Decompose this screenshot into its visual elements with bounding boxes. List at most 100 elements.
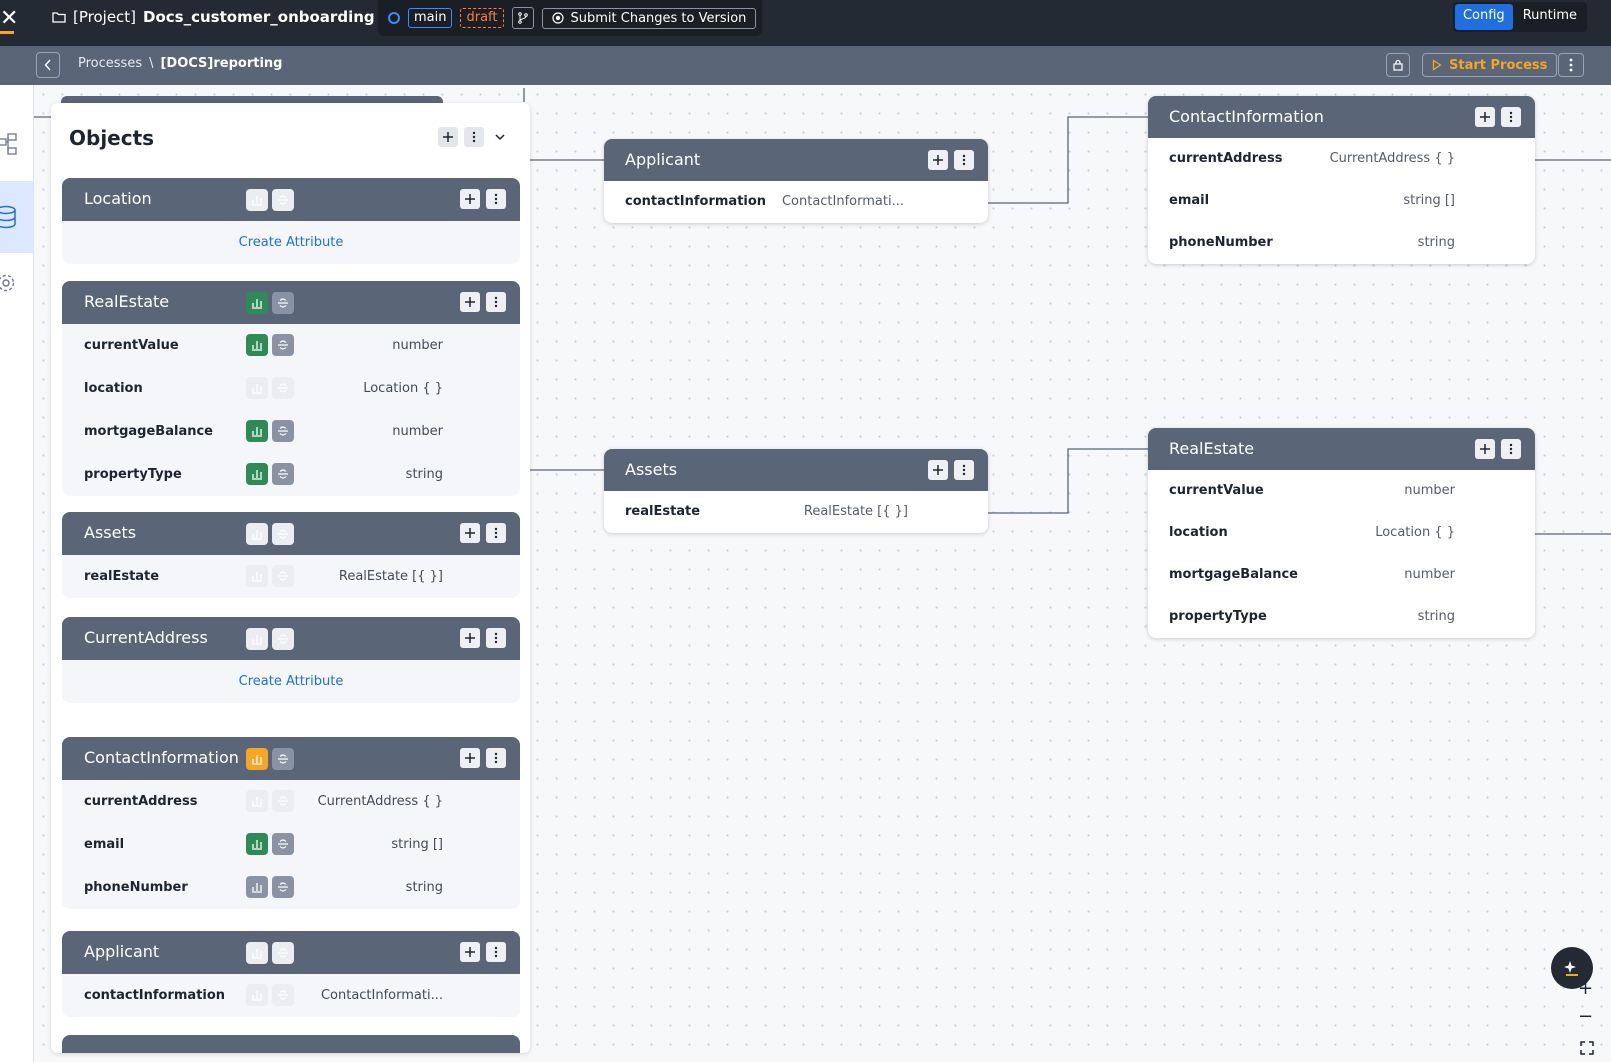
node-attribute-row[interactable]: contactInformation ContactInformati... bbox=[604, 181, 988, 223]
rail-process-button[interactable] bbox=[0, 125, 34, 165]
masking-icon[interactable] bbox=[272, 876, 294, 898]
object-more-button[interactable] bbox=[486, 523, 506, 543]
reporting-icon[interactable] bbox=[246, 523, 268, 545]
reporting-icon[interactable] bbox=[246, 833, 268, 855]
node-realestate[interactable]: RealEstate currentValue number location Lo… bbox=[1148, 428, 1535, 638]
object-more-button[interactable] bbox=[486, 292, 506, 312]
reporting-icon[interactable] bbox=[246, 748, 268, 770]
masking-icon[interactable] bbox=[272, 790, 294, 812]
node-assets[interactable]: Assets realEstate RealEstate [{ }] bbox=[604, 449, 988, 533]
attribute-row[interactable]: realEstate RealEstate [{ }] bbox=[62, 555, 520, 598]
masking-icon[interactable] bbox=[272, 942, 294, 964]
tab-runtime[interactable]: Runtime bbox=[1515, 4, 1585, 30]
masking-icon[interactable] bbox=[272, 523, 294, 545]
branch-badge[interactable]: main bbox=[408, 8, 453, 28]
add-icon[interactable] bbox=[928, 460, 948, 480]
attribute-row[interactable]: phoneNumber string bbox=[62, 866, 520, 909]
attribute-row[interactable]: email string [] bbox=[62, 823, 520, 866]
node-applicant[interactable]: Applicant contactInformation ContactInfor… bbox=[604, 139, 988, 223]
object-card-contactinformation[interactable]: ContactInformation currentAddress Current… bbox=[62, 737, 520, 909]
node-attribute-row[interactable]: location Location { } bbox=[1148, 512, 1535, 554]
app-logo[interactable]: ✕ bbox=[0, 6, 18, 31]
rail-data-model-button[interactable] bbox=[0, 181, 34, 253]
node-attribute-row[interactable]: email string [] bbox=[1148, 180, 1535, 222]
attribute-row[interactable]: contactInformation ContactInformati... bbox=[62, 974, 520, 1017]
node-attribute-row[interactable]: currentAddress CurrentAddress { } bbox=[1148, 138, 1535, 180]
add-attribute-button[interactable] bbox=[460, 748, 480, 768]
create-attribute-link[interactable]: Create Attribute bbox=[62, 221, 520, 264]
add-attribute-button[interactable] bbox=[460, 942, 480, 962]
reporting-icon[interactable] bbox=[246, 377, 268, 399]
add-attribute-button[interactable] bbox=[460, 628, 480, 648]
masking-icon[interactable] bbox=[272, 189, 294, 211]
fit-view-button[interactable] bbox=[1580, 1040, 1594, 1059]
attribute-row[interactable]: mortgageBalance number bbox=[62, 410, 520, 453]
reporting-icon[interactable] bbox=[246, 334, 268, 356]
node-attribute-row[interactable]: propertyType string bbox=[1148, 596, 1535, 638]
more-vertical-icon[interactable] bbox=[1501, 107, 1521, 127]
masking-icon[interactable] bbox=[272, 420, 294, 442]
back-button[interactable] bbox=[36, 52, 60, 78]
add-icon[interactable] bbox=[1475, 439, 1495, 459]
masking-icon[interactable] bbox=[272, 984, 294, 1006]
masking-icon[interactable] bbox=[272, 833, 294, 855]
start-process-button[interactable]: Start Process bbox=[1422, 53, 1558, 77]
object-card-realestate[interactable]: RealEstate currentValue number location Lo… bbox=[62, 281, 520, 496]
attribute-row[interactable]: currentValue number bbox=[62, 324, 520, 367]
add-attribute-button[interactable] bbox=[460, 523, 480, 543]
object-more-button[interactable] bbox=[486, 748, 506, 768]
reporting-icon[interactable] bbox=[246, 292, 268, 314]
reporting-icon[interactable] bbox=[246, 565, 268, 587]
attribute-row[interactable]: location Location { } bbox=[62, 367, 520, 410]
node-contactinformation[interactable]: ContactInformation currentAddress Current… bbox=[1148, 96, 1535, 264]
submit-changes-button[interactable]: Submit Changes to Version bbox=[541, 7, 757, 29]
add-icon[interactable] bbox=[928, 150, 948, 170]
object-card-currentaddress[interactable]: CurrentAddress Create Attribute bbox=[62, 617, 520, 703]
masking-icon[interactable] bbox=[272, 748, 294, 770]
add-icon[interactable] bbox=[1475, 107, 1495, 127]
breadcrumb-processes[interactable]: Processes bbox=[78, 56, 142, 71]
add-attribute-button[interactable] bbox=[460, 189, 480, 209]
add-attribute-button[interactable] bbox=[460, 292, 480, 312]
node-attribute-row[interactable]: phoneNumber string bbox=[1148, 222, 1535, 264]
masking-icon[interactable] bbox=[272, 377, 294, 399]
reporting-icon[interactable] bbox=[246, 420, 268, 442]
reporting-icon[interactable] bbox=[246, 942, 268, 964]
zoom-in-button[interactable]: + bbox=[1578, 978, 1593, 999]
reporting-icon[interactable] bbox=[246, 984, 268, 1006]
node-attribute-row[interactable]: realEstate RealEstate [{ }] bbox=[604, 491, 988, 533]
collapse-panel-button[interactable] bbox=[490, 127, 510, 147]
more-vertical-icon[interactable] bbox=[1501, 439, 1521, 459]
rail-settings-button[interactable] bbox=[0, 263, 34, 303]
object-card-applicant[interactable]: Applicant contactInformation ContactInfor… bbox=[62, 931, 520, 1017]
add-object-button[interactable] bbox=[438, 127, 458, 147]
masking-icon[interactable] bbox=[272, 565, 294, 587]
attribute-row[interactable]: currentAddress CurrentAddress { } bbox=[62, 780, 520, 823]
tab-config[interactable]: Config bbox=[1454, 4, 1513, 30]
masking-icon[interactable] bbox=[272, 628, 294, 650]
panel-more-button[interactable] bbox=[464, 127, 484, 147]
object-more-button[interactable] bbox=[486, 189, 506, 209]
reporting-icon[interactable] bbox=[246, 628, 268, 650]
lock-button[interactable] bbox=[1386, 53, 1410, 77]
more-options-button[interactable] bbox=[1558, 53, 1584, 77]
reporting-icon[interactable] bbox=[246, 463, 268, 485]
reporting-icon[interactable] bbox=[246, 189, 268, 211]
masking-icon[interactable] bbox=[272, 463, 294, 485]
node-attribute-row[interactable]: mortgageBalance number bbox=[1148, 554, 1535, 596]
zoom-out-button[interactable]: − bbox=[1578, 1006, 1593, 1027]
attribute-row[interactable]: propertyType string bbox=[62, 453, 520, 496]
more-vertical-icon[interactable] bbox=[954, 150, 974, 170]
object-card-location[interactable]: Location Create Attribute bbox=[62, 178, 520, 264]
reporting-icon[interactable] bbox=[246, 876, 268, 898]
more-vertical-icon[interactable] bbox=[954, 460, 974, 480]
object-card-assets[interactable]: Assets realEstate RealEstate [{ }] bbox=[62, 512, 520, 598]
reporting-icon[interactable] bbox=[246, 790, 268, 812]
create-attribute-link[interactable]: Create Attribute bbox=[62, 660, 520, 703]
node-attribute-row[interactable]: currentValue number bbox=[1148, 470, 1535, 512]
masking-icon[interactable] bbox=[272, 334, 294, 356]
object-more-button[interactable] bbox=[486, 942, 506, 962]
masking-icon[interactable] bbox=[272, 292, 294, 314]
object-more-button[interactable] bbox=[486, 628, 506, 648]
branch-button[interactable] bbox=[511, 7, 534, 29]
